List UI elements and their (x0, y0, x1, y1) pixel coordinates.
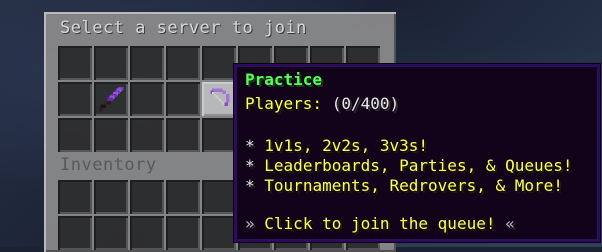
inventory-label: Inventory (60, 155, 157, 175)
slot-sword[interactable] (94, 82, 128, 116)
tooltip-feature-line: * 1v1s, 2v2s, 3v3s! (245, 136, 428, 155)
inventory-slot[interactable] (130, 216, 164, 250)
slot[interactable] (94, 46, 128, 80)
players-label: Players: (245, 94, 323, 113)
bullet: * (245, 136, 255, 155)
tooltip-feature-line: * Tournaments, Redrovers, & More! (245, 176, 563, 195)
slot[interactable] (130, 118, 164, 152)
window-title: Select a server to join (60, 18, 307, 38)
tooltip-feature-line: * Leaderboards, Parties, & Queues! (245, 156, 573, 175)
slot-bow-practice[interactable] (202, 82, 236, 116)
feature-text: Tournaments, Redrovers, & More! (264, 176, 563, 195)
slot[interactable] (166, 118, 200, 152)
inventory-slot[interactable] (202, 216, 236, 250)
slot[interactable] (130, 46, 164, 80)
inventory-slot[interactable] (94, 216, 128, 250)
item-tooltip: Practice Players: (0/400) * 1v1s, 2v2s, … (234, 64, 600, 242)
cta-text: Click to join the queue! (264, 214, 496, 233)
inventory-slot[interactable] (166, 216, 200, 250)
feature-text: 1v1s, 2v2s, 3v3s! (264, 136, 429, 155)
tooltip-call-to-action: » Click to join the queue! « (245, 214, 515, 233)
cta-open: » (245, 214, 255, 233)
cta-close: « (505, 214, 515, 233)
slot[interactable] (58, 118, 92, 152)
slot[interactable] (130, 82, 164, 116)
inventory-slot[interactable] (58, 216, 92, 250)
slot[interactable] (166, 46, 200, 80)
tooltip-title: Practice (245, 70, 323, 89)
feature-text: Leaderboards, Parties, & Queues! (264, 156, 573, 175)
bullet: * (245, 176, 255, 195)
bow-icon (210, 88, 230, 106)
tooltip-players: Players: (0/400) (245, 94, 399, 113)
inventory-slot[interactable] (94, 180, 128, 214)
slot[interactable] (94, 118, 128, 152)
slot[interactable] (202, 46, 236, 80)
players-count: (0/400) (331, 94, 400, 113)
inventory-slot[interactable] (202, 180, 236, 214)
slot[interactable] (58, 46, 92, 80)
slot[interactable] (58, 82, 92, 116)
inventory-slot[interactable] (166, 180, 200, 214)
bullet: * (245, 156, 255, 175)
inventory-slot[interactable] (58, 180, 92, 214)
slot[interactable] (166, 82, 200, 116)
inventory-slot[interactable] (130, 180, 164, 214)
slot[interactable] (202, 118, 236, 152)
netherite-sword-icon (98, 86, 124, 112)
